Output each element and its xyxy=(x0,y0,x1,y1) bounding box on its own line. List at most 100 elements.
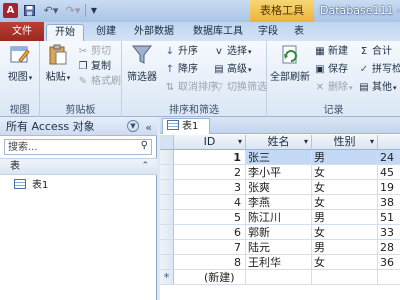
spelling-button[interactable]: ✓ 拼写检 xyxy=(357,62,400,77)
cell-name[interactable]: 张爽 xyxy=(246,180,312,195)
toggle-filter-button[interactable]: ▽ 切换筛选 xyxy=(212,80,267,95)
sort-ascending-button[interactable]: ↓ 升序 xyxy=(163,44,198,59)
cell-id[interactable]: 3 xyxy=(174,180,246,195)
save-record-button[interactable]: ▣ 保存 xyxy=(313,62,348,77)
column-filter-icon[interactable]: ▾ xyxy=(238,135,242,149)
refresh-all-button[interactable]: 全部刷新 xyxy=(270,44,310,83)
cell-extra[interactable]: 28 xyxy=(378,240,400,255)
delete-record-button[interactable]: ✕ 删除▾ xyxy=(313,80,353,95)
view-button[interactable]: 视图▾ xyxy=(4,44,36,83)
cell-gender[interactable]: 男 xyxy=(312,240,378,255)
tab-fields[interactable]: 字段 xyxy=(254,22,282,41)
cell-name[interactable]: 李小平 xyxy=(246,165,312,180)
customize-toolbar-icon[interactable]: ▼ xyxy=(89,3,99,18)
column-filter-icon[interactable]: ▾ xyxy=(304,135,308,149)
selection-label: 选择 xyxy=(227,46,247,57)
clear-sort-button[interactable]: ⇅ 取消排序 xyxy=(163,80,218,95)
cell-name[interactable]: 陆元 xyxy=(246,240,312,255)
sort-descending-button[interactable]: ↑ 降序 xyxy=(163,62,198,77)
new-row-marker[interactable]: * xyxy=(160,270,174,285)
cell-gender[interactable]: 女 xyxy=(312,255,378,270)
cell-id[interactable]: 4 xyxy=(174,195,246,210)
tab-external-data[interactable]: 外部数据 xyxy=(126,22,182,41)
more-button[interactable]: ▤ 其他▾ xyxy=(357,80,396,95)
column-header-gender[interactable]: 性别 ▾ xyxy=(312,135,378,150)
tab-database-tools[interactable]: 数据库工具 xyxy=(184,22,252,41)
cut-button[interactable]: ✂ 剪切 xyxy=(76,44,111,59)
collapse-pane-icon[interactable]: « xyxy=(145,118,152,137)
cell-extra[interactable]: 45 xyxy=(378,165,400,180)
advanced-button[interactable]: ▤ 高级▾ xyxy=(212,62,251,77)
cell-name[interactable]: 郭新 xyxy=(246,225,312,240)
column-header-id[interactable]: ID ▾ xyxy=(174,135,246,150)
cell-name[interactable]: 陈江川 xyxy=(246,210,312,225)
nav-pane-header[interactable]: 所有 Access 对象 ▼ « xyxy=(0,117,157,136)
new-record-cell[interactable] xyxy=(246,270,312,285)
redo-icon[interactable]: ↷▾ xyxy=(63,3,83,18)
search-input[interactable] xyxy=(5,140,133,154)
row-selector[interactable] xyxy=(160,165,174,180)
column-filter-icon[interactable]: ▾ xyxy=(370,135,374,149)
cell-name[interactable]: 张三 xyxy=(246,150,312,165)
cell-gender[interactable]: 女 xyxy=(312,225,378,240)
cell-extra[interactable]: 38 xyxy=(378,195,400,210)
group-label-sort-filter: 排序和筛选 xyxy=(169,105,219,116)
cell-extra[interactable]: 19 xyxy=(378,180,400,195)
tab-table[interactable]: 表 xyxy=(286,22,312,41)
select-all-corner[interactable] xyxy=(160,135,174,150)
cell-name[interactable]: 王利华 xyxy=(246,255,312,270)
document-tab-table1[interactable]: 表1 xyxy=(162,118,210,134)
cell-id[interactable]: 8 xyxy=(174,255,246,270)
save-icon[interactable] xyxy=(22,3,36,18)
tab-create[interactable]: 创建 xyxy=(88,22,124,41)
format-painter-button[interactable]: ✎ 格式刷 xyxy=(76,74,121,89)
filter-button[interactable]: 筛选器 xyxy=(125,44,159,83)
cell-extra[interactable]: 51 xyxy=(378,210,400,225)
cell-gender[interactable]: 男 xyxy=(312,210,378,225)
new-record-cell[interactable] xyxy=(312,270,378,285)
new-record-label: 新建 xyxy=(328,46,348,57)
new-record-cell[interactable]: (新建) xyxy=(174,270,246,285)
access-app-icon[interactable]: A xyxy=(3,3,18,18)
tab-home[interactable]: 开始 xyxy=(46,24,84,41)
search-icon[interactable]: ⚲ xyxy=(141,140,148,151)
row-selector[interactable] xyxy=(160,255,174,270)
row-selector[interactable] xyxy=(160,225,174,240)
copy-button[interactable]: ❐ 复制 xyxy=(76,59,111,74)
paste-button[interactable]: 粘贴▾ xyxy=(44,44,72,83)
cell-extra[interactable]: 24 xyxy=(378,150,400,165)
cell-gender[interactable]: 男 xyxy=(312,150,378,165)
cell-id[interactable]: 5 xyxy=(174,210,246,225)
new-record-cell[interactable] xyxy=(378,270,400,285)
cell-gender[interactable]: 女 xyxy=(312,180,378,195)
section-collapse-icon[interactable]: ⌃ xyxy=(141,159,149,174)
cell-extra[interactable]: 33 xyxy=(378,225,400,240)
selection-icon: ⅴ xyxy=(216,46,222,57)
selection-button[interactable]: ⅴ 选择▾ xyxy=(212,44,251,59)
column-header-extra[interactable] xyxy=(378,135,400,150)
column-header-name[interactable]: 姓名 ▾ xyxy=(246,135,312,150)
undo-icon[interactable]: ↶▾ xyxy=(40,3,62,18)
nav-section-tables[interactable]: 表 ⌃ xyxy=(0,158,157,175)
totals-button[interactable]: Σ 合计 xyxy=(357,44,392,59)
row-selector[interactable] xyxy=(160,180,174,195)
nav-menu-chevron-icon[interactable]: ▼ xyxy=(127,120,139,132)
cell-id[interactable]: 6 xyxy=(174,225,246,240)
cell-extra[interactable]: 36 xyxy=(378,255,400,270)
row-selector[interactable] xyxy=(160,240,174,255)
paintbrush-icon: ✎ xyxy=(78,76,88,87)
row-selector[interactable] xyxy=(160,150,174,165)
cell-id[interactable]: 7 xyxy=(174,240,246,255)
cell-id[interactable]: 2 xyxy=(174,165,246,180)
new-record-button[interactable]: ▦ 新建 xyxy=(313,44,348,59)
cell-gender[interactable]: 女 xyxy=(312,165,378,180)
nav-item-table1[interactable]: 表1 xyxy=(0,177,157,194)
ribbon: 视图▾ 视图 粘贴▾ ✂ 剪切 ❐ 复制 ✎ 格式刷 剪贴板 筛选器 ↓ 升序 ↑ 降序 … xyxy=(0,41,400,117)
cell-gender[interactable]: 女 xyxy=(312,195,378,210)
cell-name[interactable]: 李燕 xyxy=(246,195,312,210)
row-selector[interactable] xyxy=(160,210,174,225)
cell-id[interactable]: 1 xyxy=(174,150,246,165)
more-label: 其他 xyxy=(372,82,392,93)
row-selector[interactable] xyxy=(160,195,174,210)
tab-file[interactable]: 文件 xyxy=(0,22,44,41)
